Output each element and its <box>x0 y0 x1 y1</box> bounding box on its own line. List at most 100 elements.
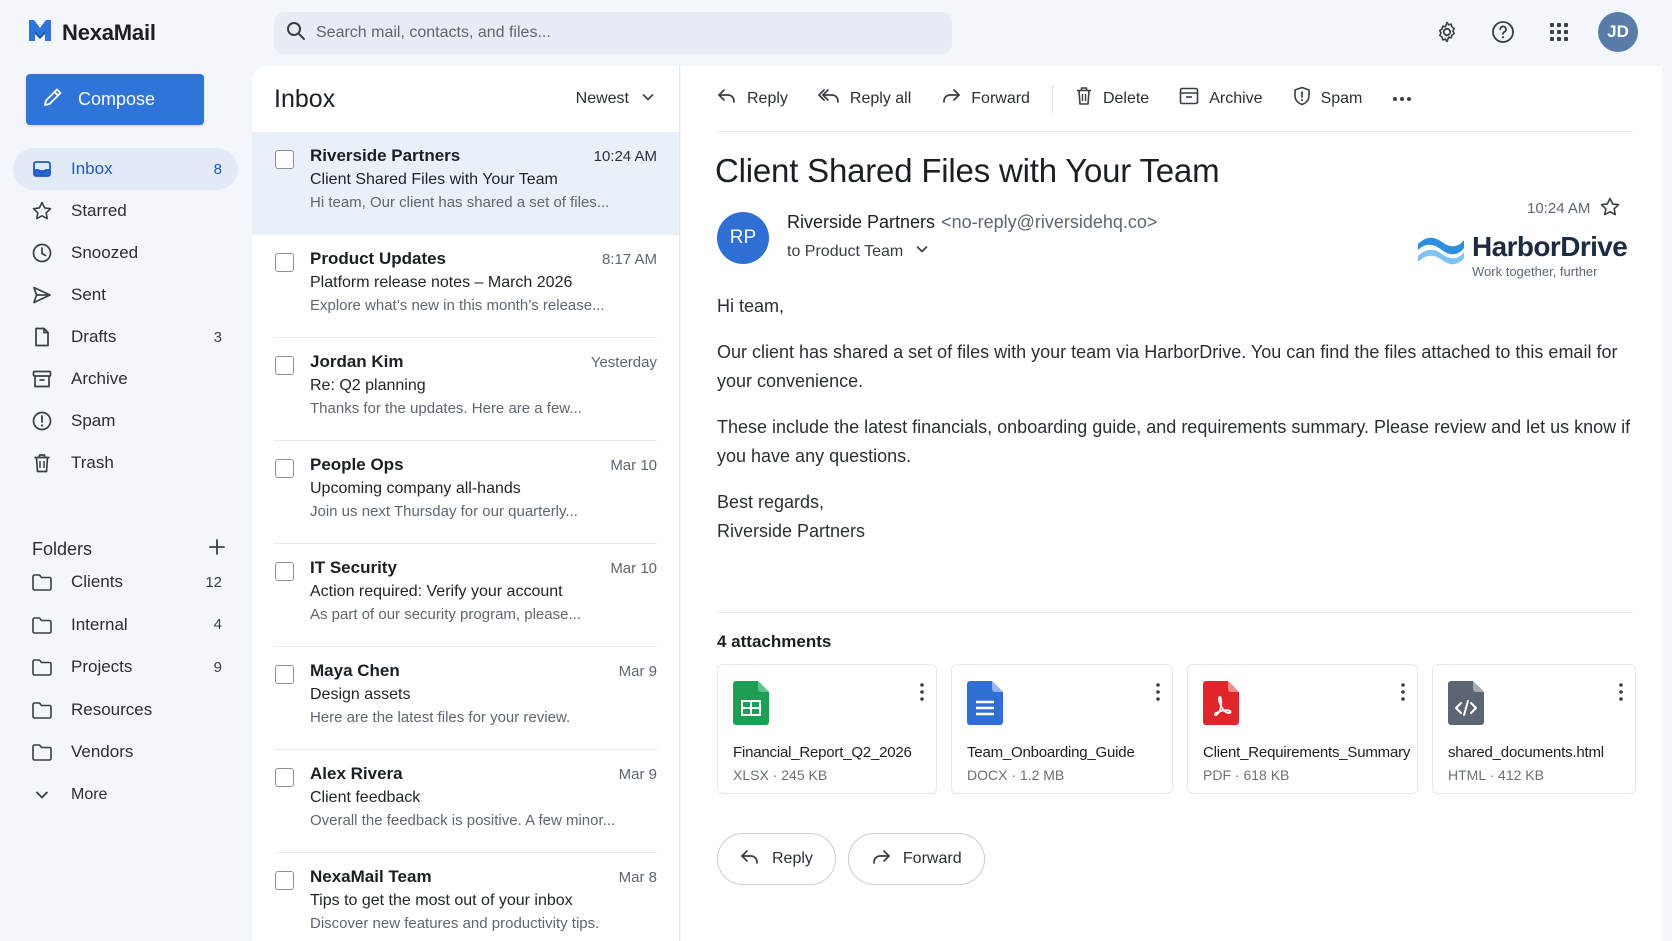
sidebar-item-inbox[interactable]: Inbox 8 <box>13 148 238 190</box>
email-time: 10:24 AM <box>1527 200 1591 217</box>
draft-count: 3 <box>213 328 222 346</box>
search-input[interactable] <box>316 24 916 42</box>
sidebar-item-snoozed[interactable]: Snoozed <box>13 232 238 274</box>
folder-count: 12 <box>205 573 222 591</box>
toolbar-divider <box>1051 84 1053 113</box>
add-folder-plus-icon[interactable] <box>208 538 226 561</box>
message-preview: Overall the feedback is positive. A few … <box>310 812 616 829</box>
reply-button[interactable]: Reply <box>717 87 788 110</box>
user-avatar[interactable]: JD <box>1598 12 1638 52</box>
message-row[interactable]: Product Updates 8:17 AM Platform release … <box>252 235 679 338</box>
star-icon <box>31 200 53 222</box>
attachment-meta: DOCX · 1.2 MB <box>967 767 1065 783</box>
message-sender: Maya Chen <box>310 661 400 680</box>
reply-action-label: Reply <box>772 850 813 867</box>
folder-list: Clients 12 Internal 4 Projects 9 Resourc… <box>13 561 238 816</box>
sidebar-item-archive[interactable]: Archive <box>13 358 238 400</box>
reply-all-button[interactable]: Reply all <box>818 87 911 110</box>
attachment-card[interactable]: Client_Requirements_Summary PDF · 618 KB <box>1187 664 1418 794</box>
apps-grid-icon[interactable] <box>1542 15 1576 49</box>
folder-count: 9 <box>213 658 222 676</box>
sidebar-item-trash[interactable]: Trash <box>13 442 238 484</box>
sender-name[interactable]: Riverside Partners <box>787 212 935 232</box>
folder-item-resources[interactable]: Resources <box>13 689 238 732</box>
kebab-menu-icon[interactable] <box>1156 683 1160 706</box>
message-list: Inbox Newest Riverside Partners 10:24 AM … <box>252 66 680 941</box>
recipients-toggle[interactable]: to Product Team <box>787 242 929 261</box>
sort-dropdown[interactable]: Newest <box>576 90 655 109</box>
message-row[interactable]: Riverside Partners 10:24 AM Client Shared… <box>252 132 679 235</box>
message-checkbox[interactable] <box>275 253 294 272</box>
star-toggle-icon[interactable] <box>1599 196 1621 223</box>
settings-gear-icon[interactable] <box>1430 15 1464 49</box>
document-file-icon <box>967 681 1003 725</box>
message-row[interactable]: Maya Chen Mar 9 Design assets Here are th… <box>252 647 679 750</box>
kebab-menu-icon[interactable] <box>920 683 924 706</box>
delete-button[interactable]: Delete <box>1075 86 1149 111</box>
message-row[interactable]: IT Security Mar 10 Action required: Verif… <box>252 544 679 647</box>
sidebar-item-sent[interactable]: Sent <box>13 274 238 316</box>
message-subject: Re: Q2 planning <box>310 377 426 394</box>
folder-item-vendors[interactable]: Vendors <box>13 731 238 774</box>
unread-count: 8 <box>213 160 222 178</box>
message-sender: Product Updates <box>310 249 447 268</box>
message-sender: People Ops <box>310 455 404 474</box>
compose-button[interactable]: Compose <box>26 74 204 125</box>
top-bar: NexaMail JD <box>0 0 1672 66</box>
spam-label: Spam <box>1320 89 1363 107</box>
message-time: Mar 10 <box>610 457 657 474</box>
email-signature: Riverside Partners <box>717 521 866 541</box>
help-icon[interactable] <box>1486 15 1520 49</box>
message-preview: Discover new features and productivity t… <box>310 915 600 932</box>
search-bar[interactable] <box>274 12 952 54</box>
sidebar-item-drafts[interactable]: Drafts 3 <box>13 316 238 358</box>
kebab-menu-icon[interactable] <box>1619 683 1623 706</box>
attachment-name: Team_Onboarding_Guide <box>967 744 1135 761</box>
attachment-card[interactable]: Team_Onboarding_Guide DOCX · 1.2 MB <box>951 664 1173 794</box>
archive-icon <box>31 368 53 390</box>
attachment-meta: PDF · 618 KB <box>1203 767 1290 783</box>
nexamail-logo-icon <box>26 16 54 49</box>
archive-icon <box>1179 87 1199 110</box>
message-checkbox[interactable] <box>275 562 294 581</box>
message-row[interactable]: People Ops Mar 10 Upcoming company all-ha… <box>252 441 679 544</box>
sidebar-item-spam[interactable]: Spam <box>13 400 238 442</box>
more-button[interactable]: More <box>13 774 238 817</box>
reply-action-button[interactable]: Reply <box>717 833 836 885</box>
message-checkbox[interactable] <box>275 665 294 684</box>
folder-icon <box>31 741 53 763</box>
message-preview: Explore what’s new in this month’s relea… <box>310 297 605 314</box>
forward-button[interactable]: Forward <box>941 87 1030 110</box>
folder-item-projects[interactable]: Projects 9 <box>13 646 238 689</box>
message-checkbox[interactable] <box>275 871 294 890</box>
forward-action-button[interactable]: Forward <box>847 833 985 885</box>
message-sender: IT Security <box>310 558 397 577</box>
message-checkbox[interactable] <box>275 356 294 375</box>
message-sender: NexaMail Team <box>310 867 432 886</box>
sidebar-item-label: Starred <box>71 201 127 220</box>
message-row[interactable]: NexaMail Team Mar 8 Tips to get the most … <box>252 853 679 941</box>
message-row[interactable]: Jordan Kim Yesterday Re: Q2 planning Than… <box>252 338 679 441</box>
kebab-menu-icon[interactable] <box>1401 683 1405 706</box>
message-checkbox[interactable] <box>275 150 294 169</box>
shield-spam-icon <box>1293 86 1311 111</box>
sort-label: Newest <box>575 90 629 107</box>
attachments-title: 4 attachments <box>717 632 832 651</box>
message-checkbox[interactable] <box>275 459 294 478</box>
clock-icon <box>31 242 53 264</box>
delete-label: Delete <box>1102 89 1150 107</box>
attachments-list: Financial_Report_Q2_2026 XLSX · 245 KB T… <box>717 664 1636 794</box>
message-checkbox[interactable] <box>275 768 294 787</box>
folder-item-clients[interactable]: Clients 12 <box>13 561 238 604</box>
sidebar-item-starred[interactable]: Starred <box>13 190 238 232</box>
archive-button[interactable]: Archive <box>1179 87 1263 110</box>
more-options-icon[interactable] <box>1392 96 1412 102</box>
folder-icon <box>31 571 53 593</box>
brand[interactable]: NexaMail <box>26 16 156 49</box>
attachment-card[interactable]: shared_documents.html HTML · 412 KB <box>1432 664 1636 794</box>
message-row[interactable]: Alex Rivera Mar 9 Client feedback Overall… <box>252 750 679 853</box>
draft-icon <box>31 326 53 348</box>
folder-item-internal[interactable]: Internal 4 <box>13 604 238 647</box>
attachment-card[interactable]: Financial_Report_Q2_2026 XLSX · 245 KB <box>717 664 937 794</box>
spam-button[interactable]: Spam <box>1293 86 1363 111</box>
